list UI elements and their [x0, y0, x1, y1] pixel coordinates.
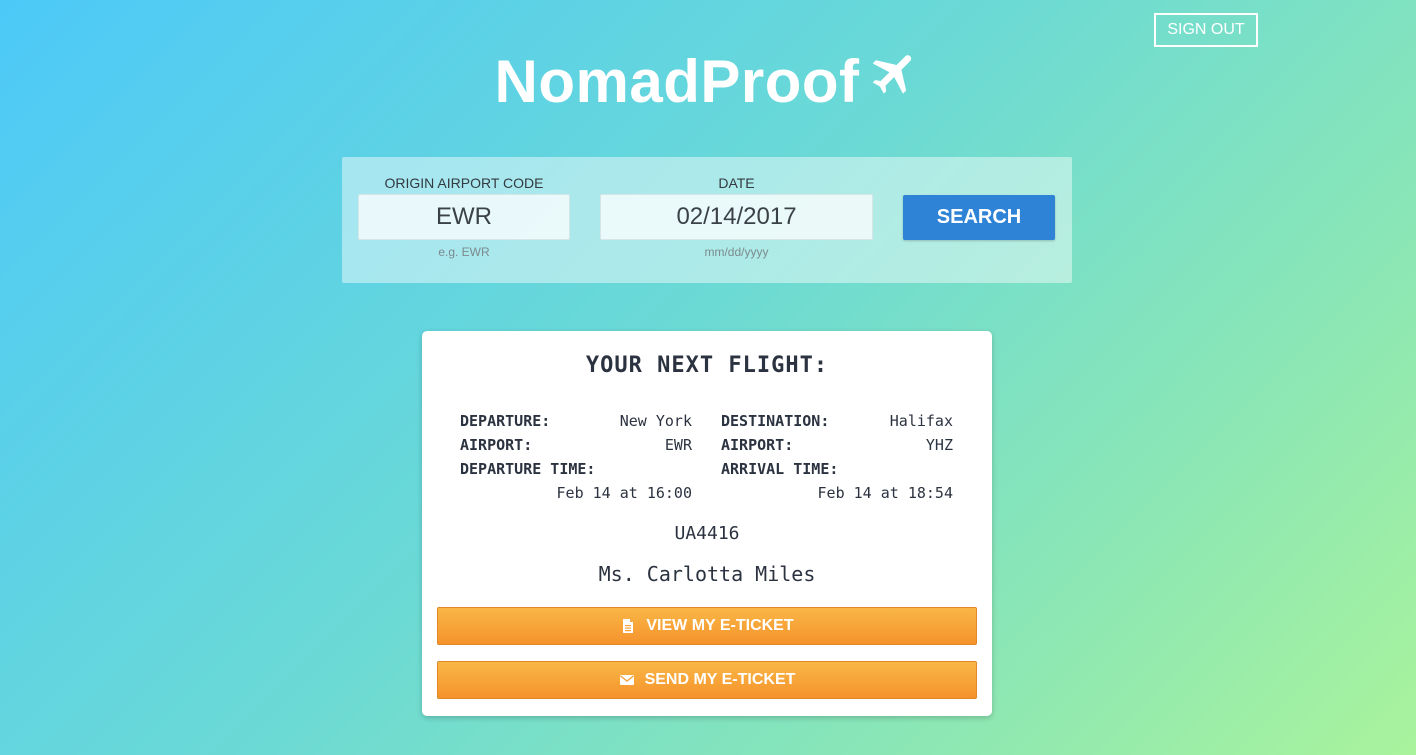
document-icon — [623, 619, 634, 633]
sign-out-button[interactable]: SIGN OUT — [1154, 13, 1258, 47]
view-eticket-label: VIEW MY E-TICKET — [646, 617, 794, 634]
arrival-airport-code: YHZ — [925, 436, 953, 454]
brand-logo: NomadProof — [0, 46, 1416, 118]
passenger-name: Ms. Carlotta Miles — [598, 562, 816, 586]
departure-airport-code: EWR — [664, 436, 692, 454]
arrival-airport-label: AIRPORT: — [721, 436, 794, 454]
envelope-icon — [619, 675, 634, 685]
departure-time-label: DEPARTURE TIME: — [460, 460, 596, 478]
departure-airport-label: AIRPORT: — [460, 436, 533, 454]
origin-hint: e.g. EWR — [438, 245, 490, 259]
airplane-icon — [872, 55, 911, 94]
departure-label: DEPARTURE: — [460, 412, 551, 430]
card-title: YOUR NEXT FLIGHT: — [585, 353, 829, 378]
search-button[interactable]: SEARCH — [903, 195, 1055, 240]
date-input[interactable] — [600, 194, 873, 240]
origin-airport-input[interactable] — [358, 194, 570, 240]
view-eticket-button[interactable]: VIEW MY E-TICKET — [437, 607, 977, 645]
next-flight-card: YOUR NEXT FLIGHT: DEPARTURE: New York AI… — [422, 331, 992, 716]
search-panel: ORIGIN AIRPORT CODE e.g. EWR DATE mm/dd/… — [342, 157, 1072, 283]
destination-column: DESTINATION: Halifax AIRPORT: YHZ ARRIVA… — [721, 409, 953, 505]
send-eticket-label: SEND MY E-TICKET — [644, 671, 796, 688]
departure-time-value: Feb 14 at 16:00 — [556, 484, 692, 502]
destination-city: Halifax — [889, 412, 953, 430]
departure-city: New York — [619, 412, 692, 430]
origin-label: ORIGIN AIRPORT CODE — [384, 175, 544, 191]
date-label: DATE — [718, 175, 755, 191]
departure-column: DEPARTURE: New York AIRPORT: EWR DEPARTU… — [460, 409, 692, 505]
brand-title: NomadProof — [494, 48, 860, 115]
arrival-time-label: ARRIVAL TIME: — [721, 460, 839, 478]
date-hint: mm/dd/yyyy — [704, 245, 769, 259]
flight-number: UA4416 — [674, 523, 740, 544]
send-eticket-button[interactable]: SEND MY E-TICKET — [437, 661, 977, 699]
arrival-time-value: Feb 14 at 18:54 — [817, 484, 953, 502]
destination-label: DESTINATION: — [721, 412, 830, 430]
